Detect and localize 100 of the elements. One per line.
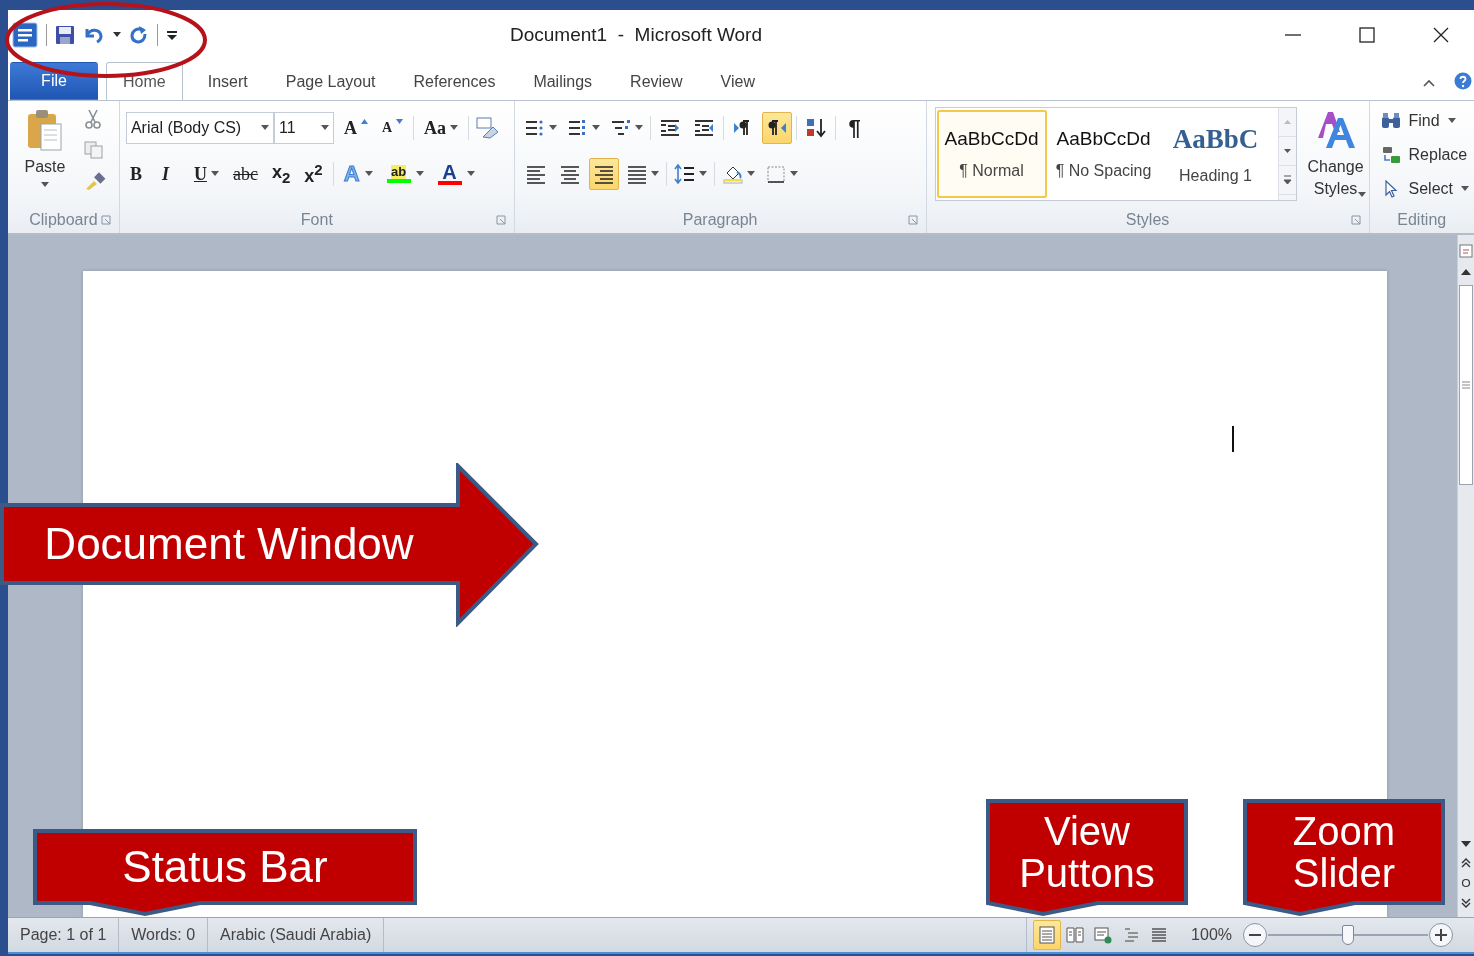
- customize-icon[interactable]: [166, 29, 178, 41]
- decrease-indent-icon: [658, 118, 681, 138]
- italic-button[interactable]: I: [157, 159, 184, 189]
- select-button[interactable]: Select: [1379, 175, 1470, 203]
- slider-thumb[interactable]: [1342, 925, 1354, 945]
- align-right-icon: [592, 164, 615, 184]
- caret-icon: [210, 171, 219, 177]
- dialog-launcher-icon[interactable]: [1350, 215, 1361, 225]
- change-styles-button[interactable]: Change Styles: [1302, 107, 1369, 207]
- caret-icon: [41, 182, 49, 188]
- caret-icon: [698, 171, 707, 177]
- zoom-out-icon[interactable]: [1242, 922, 1268, 948]
- underline-button[interactable]: U: [189, 159, 223, 189]
- caret-icon: [634, 125, 643, 131]
- subscript-button[interactable]: x$_{2}$: [267, 159, 295, 189]
- grow-font-button[interactable]: A: [339, 113, 372, 143]
- borders-icon: [764, 164, 787, 184]
- caret-icon: [260, 125, 269, 131]
- ribbon-tab[interactable]: Mailings: [516, 64, 610, 100]
- ribbon-tab[interactable]: Review: [613, 64, 700, 100]
- caret-icon[interactable]: [113, 32, 121, 38]
- strike-button[interactable]: abc: [228, 159, 262, 189]
- zoom-level-button[interactable]: 100%: [1191, 926, 1232, 944]
- style-item[interactable]: AaBbCcDd ¶ No Spacing: [1048, 110, 1159, 198]
- superscript-button[interactable]: x$^{2}$: [300, 159, 327, 189]
- vertical-scrollbar[interactable]: [1457, 235, 1474, 917]
- caret-icon: [650, 171, 659, 177]
- show-marks-button[interactable]: ¶: [839, 112, 870, 144]
- ribbon-tab[interactable]: Insert: [190, 64, 265, 100]
- caret-icon: [1461, 186, 1469, 192]
- save-icon[interactable]: [55, 25, 75, 45]
- app-icon[interactable]: [12, 22, 38, 48]
- callout-label: View Puttons: [1019, 810, 1155, 894]
- scroll-down-icon[interactable]: [1460, 839, 1472, 849]
- find-button[interactable]: Find: [1379, 107, 1470, 135]
- paste-button[interactable]: Paste: [14, 107, 76, 207]
- rtl-button[interactable]: [761, 112, 792, 144]
- outline-icon: [1122, 926, 1141, 944]
- dialog-launcher-icon[interactable]: [100, 215, 111, 225]
- callout-label: Zoom Slider: [1292, 810, 1396, 894]
- previous-page-icon[interactable]: [1461, 857, 1471, 869]
- brush-icon[interactable]: [84, 171, 106, 191]
- bold-button[interactable]: B: [125, 159, 152, 189]
- dialog-launcher-icon[interactable]: [495, 215, 506, 225]
- font-color-button[interactable]: A: [433, 159, 479, 189]
- callout-label: Status Bar: [122, 843, 328, 891]
- style-item[interactable]: AaBbC Heading 1: [1160, 110, 1271, 198]
- replace-button[interactable]: Replace: [1379, 141, 1470, 169]
- window-title: Document1 - Microsoft Word: [509, 24, 763, 46]
- group-label: Paragraph: [682, 211, 758, 229]
- highlight-button[interactable]: ab: [382, 159, 428, 189]
- caret-up-icon: [360, 119, 368, 124]
- collapse-ribbon-icon[interactable]: [1422, 78, 1436, 88]
- next-page-icon[interactable]: [1461, 897, 1471, 909]
- caret-icon: [415, 171, 424, 177]
- status-item[interactable]: Words: 0: [119, 918, 209, 952]
- caret-icon: [548, 125, 557, 131]
- scroll-thumb[interactable]: [1459, 285, 1473, 485]
- text-cursor: [1232, 426, 1234, 452]
- ribbon-tab[interactable]: Page Layout: [268, 64, 393, 100]
- caret-icon: [591, 125, 600, 131]
- redo-icon[interactable]: [129, 25, 149, 45]
- ribbon-tab[interactable]: View: [703, 64, 772, 100]
- caret-icon: [789, 171, 798, 177]
- shrink-font-button[interactable]: A: [377, 113, 408, 143]
- browse-object-icon[interactable]: [1461, 877, 1471, 889]
- close-icon: [1432, 26, 1450, 44]
- group-label: Editing: [1397, 211, 1447, 229]
- align-right-button[interactable]: [588, 158, 619, 190]
- group-label: Styles: [1125, 211, 1170, 229]
- help-icon[interactable]: [1454, 72, 1472, 90]
- grip-icon: [1461, 381, 1471, 389]
- zoom-in-icon[interactable]: [1428, 922, 1454, 948]
- caret-down-icon: [396, 119, 404, 124]
- align-center-icon: [558, 164, 581, 184]
- sort-icon: [804, 118, 827, 138]
- font-name-field[interactable]: Arial (Body CS): [125, 112, 274, 144]
- line-spacing-icon: [673, 164, 696, 184]
- print-layout-view-button[interactable]: [1033, 920, 1062, 950]
- scissors-icon[interactable]: [84, 109, 102, 129]
- font-size-field[interactable]: 11: [273, 112, 334, 144]
- caret-icon: [364, 171, 373, 177]
- status-item[interactable]: Arabic (Saudi Arabia): [208, 918, 385, 952]
- reading-icon: [1066, 926, 1085, 944]
- status-item[interactable]: Page: 1 of 1: [8, 918, 120, 952]
- ribbon-tab[interactable]: References: [396, 64, 513, 100]
- scroll-up-icon[interactable]: [1460, 267, 1472, 277]
- align-left-icon: [524, 164, 547, 184]
- change-case-button[interactable]: Aa: [420, 113, 463, 143]
- dialog-launcher-icon[interactable]: [907, 215, 918, 225]
- group-label: Clipboard: [29, 211, 98, 229]
- style-item[interactable]: AaBbCcDd ¶ Normal: [936, 110, 1047, 198]
- caret-icon: [1447, 118, 1456, 124]
- print-layout-icon: [1038, 926, 1057, 944]
- eraser-icon[interactable]: [475, 117, 500, 139]
- caret-icon: [1357, 192, 1366, 198]
- justify-icon: [625, 164, 648, 184]
- multilevel-icon: [609, 118, 632, 138]
- file-tab[interactable]: File: [10, 62, 98, 100]
- increase-indent-icon: [692, 118, 715, 138]
